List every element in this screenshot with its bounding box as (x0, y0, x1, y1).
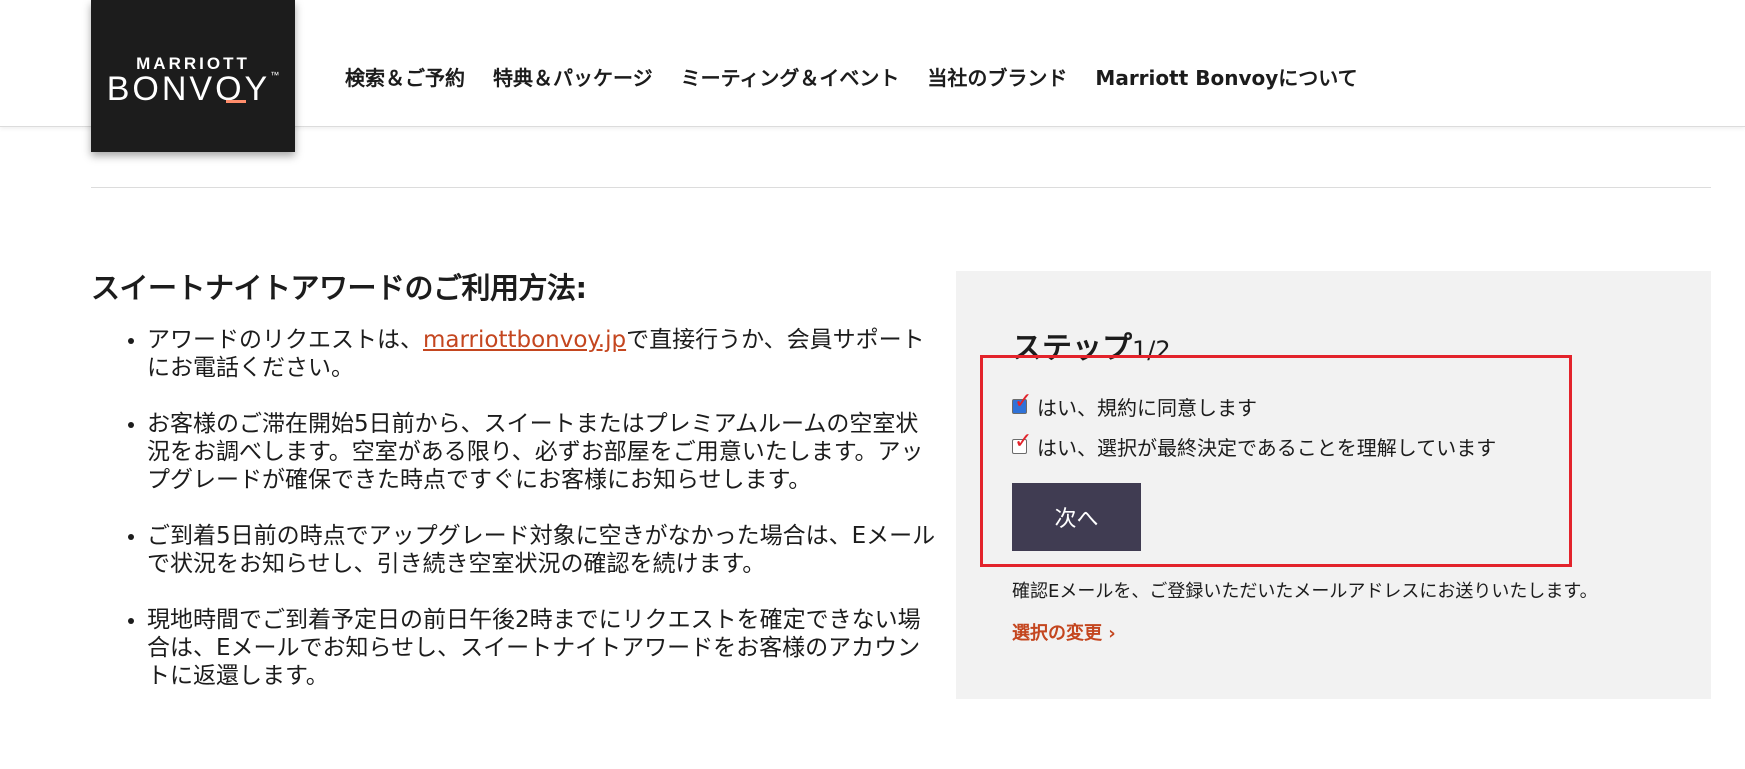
list-item: お客様のご滞在開始5日前から、スイートまたはプレミアムルームの空室状況をお調べし… (147, 410, 937, 494)
nav-meetings-events[interactable]: ミーティング＆イベント (681, 62, 900, 91)
usage-heading: スイートナイトアワードのご利用方法: (91, 271, 587, 305)
check-mark-icon: ✓ (1014, 429, 1033, 454)
list-item: アワードのリクエストは、marriottbonvoy.jpで直接行うか、会員サポ… (147, 326, 937, 382)
marriott-bonvoy-logo[interactable]: MARRIOTT BONVOY™ (91, 0, 295, 152)
nav-our-brands[interactable]: 当社のブランド (927, 62, 1067, 91)
nav-about-bonvoy[interactable]: Marriott Bonvoyについて (1095, 62, 1357, 91)
list-item-text: アワードのリクエストは、 (147, 327, 423, 353)
agree-terms-label: はい、規約に同意します (1037, 396, 1257, 420)
section-divider (91, 187, 1711, 188)
logo-accent-dash (226, 100, 246, 103)
understand-final-checkbox[interactable]: ✓ (1012, 431, 1032, 454)
check-mark-icon: ✓ (1014, 389, 1033, 414)
list-item: 現地時間でご到着予定日の前日午後2時までにリクエストを確定できない場合は、Eメー… (147, 606, 937, 690)
usage-list: アワードのリクエストは、marriottbonvoy.jpで直接行うか、会員サポ… (91, 326, 935, 690)
understand-final-label: はい、選択が最終決定であることを理解しています (1037, 436, 1497, 460)
list-item: ご到着5日前の時点でアップグレード対象に空きがなかった場合は、Eメールで状況をお… (147, 522, 937, 578)
main-nav: 検索＆ご予約 特典＆パッケージ ミーティング＆イベント 当社のブランド Marr… (345, 62, 1386, 91)
nav-search-reserve[interactable]: 検索＆ご予約 (345, 62, 465, 91)
agree-terms-checkbox[interactable]: ✓ (1012, 391, 1032, 414)
next-button[interactable]: 次へ (1012, 483, 1141, 551)
marriottbonvoy-link[interactable]: marriottbonvoy.jp (423, 327, 626, 353)
nav-offers-packages[interactable]: 特典＆パッケージ (493, 62, 653, 91)
logo-wordmark-main: BONVOY™ (91, 70, 295, 109)
confirmation-email-note: 確認Eメールを、ご登録いただいたメールアドレスにお送りいたします。 (1012, 581, 1598, 602)
understand-final-row[interactable]: ✓ はい、選択が最終決定であることを理解しています (1012, 431, 1497, 461)
step-panel: ステップ1/2 ✓ はい、規約に同意します ✓ はい、選択が最終決定であることを… (956, 271, 1711, 699)
trademark-symbol: ™ (270, 70, 280, 80)
agree-terms-row[interactable]: ✓ はい、規約に同意します (1012, 391, 1257, 421)
usage-instructions: スイートナイトアワードのご利用方法: アワードのリクエストは、marriottb… (91, 268, 935, 718)
change-selection-link[interactable]: 選択の変更 › (1012, 619, 1116, 645)
